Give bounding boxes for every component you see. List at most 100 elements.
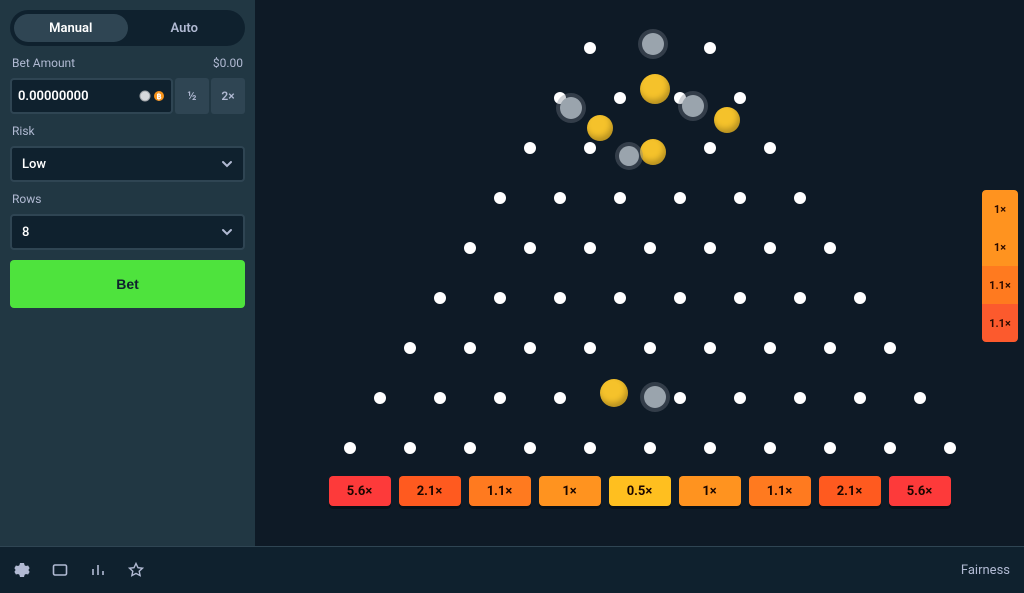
- peg: [614, 192, 626, 204]
- peg: [584, 242, 596, 254]
- chevron-down-icon: [221, 158, 233, 170]
- history-item: 1×: [982, 190, 1018, 228]
- peg: [464, 342, 476, 354]
- payout-slot[interactable]: 1×: [539, 476, 601, 506]
- peg: [524, 342, 536, 354]
- payout-slot[interactable]: 2.1×: [819, 476, 881, 506]
- gear-icon[interactable]: [14, 562, 30, 578]
- peg: [764, 442, 776, 454]
- history-item: 1.1×: [982, 304, 1018, 342]
- peg: [824, 342, 836, 354]
- payout-slot[interactable]: 1×: [679, 476, 741, 506]
- fairness-link[interactable]: Fairness: [961, 563, 1010, 578]
- peg: [404, 442, 416, 454]
- double-button[interactable]: 2×: [211, 78, 245, 114]
- ball-grey: [644, 386, 666, 408]
- peg: [674, 292, 686, 304]
- payout-slot[interactable]: 5.6×: [889, 476, 951, 506]
- peg: [734, 292, 746, 304]
- star-icon[interactable]: [128, 562, 144, 578]
- payout-history: 1×1×1.1×1.1×: [982, 190, 1018, 342]
- theatre-mode-icon[interactable]: [52, 562, 68, 578]
- peg: [464, 242, 476, 254]
- rows-label: Rows: [12, 192, 41, 206]
- payout-slot[interactable]: 1.1×: [749, 476, 811, 506]
- peg: [644, 342, 656, 354]
- peg: [824, 242, 836, 254]
- history-item: 1.1×: [982, 266, 1018, 304]
- peg: [644, 242, 656, 254]
- peg: [404, 342, 416, 354]
- ball-gold: [640, 74, 670, 104]
- rows-select[interactable]: 8: [10, 214, 245, 250]
- peg: [374, 392, 386, 404]
- peg: [884, 442, 896, 454]
- payout-slot[interactable]: 2.1×: [399, 476, 461, 506]
- peg: [764, 242, 776, 254]
- peg: [734, 392, 746, 404]
- peg: [344, 442, 356, 454]
- risk-select[interactable]: Low: [10, 146, 245, 182]
- mode-tabs: Manual Auto: [10, 10, 245, 46]
- ball-gold: [587, 115, 613, 141]
- ball-gold: [640, 139, 666, 165]
- peg: [584, 42, 596, 54]
- peg: [494, 292, 506, 304]
- peg: [434, 392, 446, 404]
- peg: [734, 92, 746, 104]
- payout-slot[interactable]: 1.1×: [469, 476, 531, 506]
- peg: [614, 292, 626, 304]
- peg: [764, 142, 776, 154]
- peg: [914, 392, 926, 404]
- peg: [734, 192, 746, 204]
- peg: [554, 292, 566, 304]
- peg: [884, 342, 896, 354]
- peg: [644, 442, 656, 454]
- payout-slot[interactable]: 5.6×: [329, 476, 391, 506]
- peg: [494, 192, 506, 204]
- tab-auto[interactable]: Auto: [128, 14, 242, 42]
- ball-grey: [560, 97, 582, 119]
- peg: [674, 392, 686, 404]
- bet-amount-label: Bet Amount: [12, 56, 75, 70]
- peg: [794, 292, 806, 304]
- ball-grey: [619, 146, 639, 166]
- history-item: 1×: [982, 228, 1018, 266]
- peg: [704, 42, 716, 54]
- peg: [584, 342, 596, 354]
- chevron-down-icon: [221, 226, 233, 238]
- peg: [584, 442, 596, 454]
- peg: [764, 342, 776, 354]
- payout-slots: 5.6× 2.1× 1.1× 1× 0.5× 1× 1.1× 2.1× 5.6×: [329, 476, 951, 506]
- peg: [524, 242, 536, 254]
- currency-coins-icon: ฿: [139, 90, 165, 102]
- peg: [794, 392, 806, 404]
- peg: [794, 192, 806, 204]
- stats-icon[interactable]: [90, 562, 106, 578]
- peg: [614, 92, 626, 104]
- ball-grey: [642, 33, 664, 55]
- peg: [554, 192, 566, 204]
- peg: [854, 392, 866, 404]
- half-button[interactable]: ½: [175, 78, 209, 114]
- peg: [674, 192, 686, 204]
- risk-label: Risk: [12, 124, 35, 138]
- peg: [524, 442, 536, 454]
- payout-slot[interactable]: 0.5×: [609, 476, 671, 506]
- bet-button[interactable]: Bet: [10, 260, 245, 308]
- peg: [464, 442, 476, 454]
- peg: [824, 442, 836, 454]
- tab-manual[interactable]: Manual: [14, 14, 128, 42]
- peg: [434, 292, 446, 304]
- bet-amount-balance: $0.00: [213, 56, 243, 70]
- bet-amount-input[interactable]: 0.00000000 ฿: [10, 78, 173, 114]
- peg: [494, 392, 506, 404]
- peg: [704, 242, 716, 254]
- peg: [854, 292, 866, 304]
- peg: [584, 142, 596, 154]
- ball-gold: [600, 379, 628, 407]
- peg: [524, 142, 536, 154]
- game-board: 5.6×2.1×1.1×1×0.5×1×1.1×2.1×5.6× 1×1×1.1…: [255, 0, 1024, 546]
- ball-gold: [714, 107, 740, 133]
- svg-text:฿: ฿: [156, 92, 161, 101]
